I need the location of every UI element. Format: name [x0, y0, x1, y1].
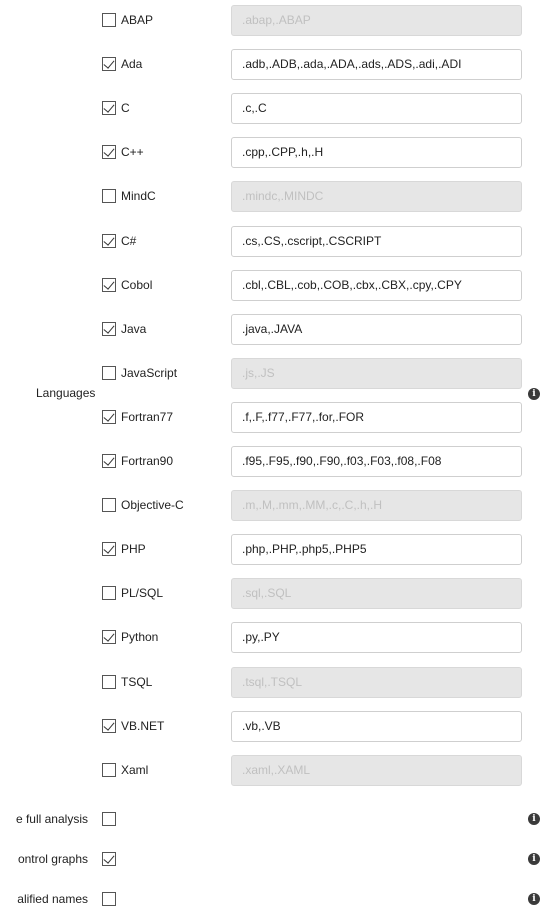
option-info-icon[interactable]: i: [528, 893, 540, 905]
option-row: e full analysis i: [0, 807, 550, 831]
extensions-input[interactable]: .c,.C: [231, 93, 522, 124]
extensions-input[interactable]: .abap,.ABAP: [231, 5, 522, 36]
language-checkbox[interactable]: [102, 630, 116, 644]
language-label: PL/SQL: [121, 586, 164, 600]
language-label: ABAP: [121, 13, 154, 27]
language-checkbox[interactable]: [102, 498, 116, 512]
language-label: C#: [121, 234, 137, 248]
option-checkbox[interactable]: [102, 892, 116, 906]
language-row: Xaml .xaml,.XAML: [0, 755, 550, 787]
option-label: ontrol graphs: [17, 852, 88, 866]
language-label: PHP: [121, 542, 146, 556]
extensions-input[interactable]: .tsql,.TSQL: [231, 667, 522, 698]
option-row: alified names i: [0, 887, 550, 911]
extensions-input[interactable]: .f,.F,.f77,.F77,.for,.FOR: [231, 402, 522, 433]
option-label: alified names: [17, 892, 88, 906]
extensions-input[interactable]: .js,.JS: [231, 358, 522, 389]
language-row: C .c,.C: [0, 93, 550, 125]
language-row: MindC .mindc,.MINDC: [0, 181, 550, 213]
extensions-input[interactable]: .php,.PHP,.php5,.PHP5: [231, 534, 522, 565]
extensions-input[interactable]: .xaml,.XAML: [231, 755, 522, 786]
language-row: Cobol .cbl,.CBL,.cob,.COB,.cbx,.CBX,.cpy,…: [0, 270, 550, 302]
language-checkbox[interactable]: [102, 145, 116, 159]
language-row: PHP .php,.PHP,.php5,.PHP5: [0, 534, 550, 566]
extensions-input[interactable]: .m,.M,.mm,.MM,.c,.C,.h,.H: [231, 490, 522, 521]
language-checkbox[interactable]: [102, 57, 116, 71]
language-checkbox[interactable]: [102, 366, 116, 380]
extensions-input[interactable]: .sql,.SQL: [231, 578, 522, 609]
language-checkbox[interactable]: [102, 234, 116, 248]
extensions-input[interactable]: .mindc,.MINDC: [231, 181, 522, 212]
option-checkbox[interactable]: [102, 812, 116, 826]
option-row: ontrol graphs i: [0, 847, 550, 871]
extensions-input[interactable]: .cbl,.CBL,.cob,.COB,.cbx,.CBX,.cpy,.CPY: [231, 270, 522, 301]
language-label: Ada: [121, 57, 143, 71]
languages-label: Languages: [36, 386, 96, 400]
language-checkbox[interactable]: [102, 675, 116, 689]
language-checkbox[interactable]: [102, 278, 116, 292]
language-label: MindC: [121, 189, 156, 203]
language-label: Java: [121, 322, 147, 336]
language-row: Fortran77 .f,.F,.f77,.F77,.for,.FOR: [0, 402, 550, 434]
language-label: Fortran77: [121, 410, 174, 424]
language-row: Python .py,.PY: [0, 622, 550, 654]
language-row: TSQL .tsql,.TSQL: [0, 667, 550, 699]
language-row: Objective-C .m,.M,.mm,.MM,.c,.C,.h,.H: [0, 490, 550, 522]
language-label: TSQL: [121, 675, 153, 689]
language-row: ABAP .abap,.ABAP: [0, 5, 550, 37]
language-row: Ada .adb,.ADB,.ada,.ADA,.ads,.ADS,.adi,.A…: [0, 49, 550, 81]
language-checkbox[interactable]: [102, 189, 116, 203]
extensions-input[interactable]: .f95,.F95,.f90,.F90,.f03,.F03,.f08,.F08: [231, 446, 522, 477]
language-label: JavaScript: [121, 366, 178, 380]
language-checkbox[interactable]: [102, 13, 116, 27]
language-row: C++ .cpp,.CPP,.h,.H: [0, 137, 550, 169]
extensions-input[interactable]: .adb,.ADB,.ada,.ADA,.ads,.ADS,.adi,.ADI: [231, 49, 522, 80]
language-label: Python: [121, 630, 159, 644]
option-label: e full analysis: [15, 812, 88, 826]
extensions-input[interactable]: .cpp,.CPP,.h,.H: [231, 137, 522, 168]
language-checkbox[interactable]: [102, 763, 116, 777]
language-label: Cobol: [121, 278, 153, 292]
language-checkbox[interactable]: [102, 410, 116, 424]
languages-info-icon[interactable]: i: [528, 388, 540, 400]
language-row: Fortran90 .f95,.F95,.f90,.F90,.f03,.F03,.…: [0, 446, 550, 478]
extensions-input[interactable]: .py,.PY: [231, 622, 522, 653]
language-label: Fortran90: [121, 454, 174, 468]
language-row: Java .java,.JAVA: [0, 314, 550, 346]
language-checkbox[interactable]: [102, 719, 116, 733]
option-info-icon[interactable]: i: [528, 853, 540, 865]
language-row: C# .cs,.CS,.cscript,.CSCRIPT: [0, 226, 550, 258]
extensions-input[interactable]: .java,.JAVA: [231, 314, 522, 345]
language-label: VB.NET: [121, 719, 165, 733]
language-row: PL/SQL .sql,.SQL: [0, 578, 550, 610]
language-checkbox[interactable]: [102, 586, 116, 600]
language-checkbox[interactable]: [102, 542, 116, 556]
extensions-input[interactable]: .vb,.VB: [231, 711, 522, 742]
language-checkbox[interactable]: [102, 454, 116, 468]
language-checkbox[interactable]: [102, 101, 116, 115]
language-label: C++: [121, 145, 144, 159]
option-checkbox[interactable]: [102, 852, 116, 866]
language-row: VB.NET .vb,.VB: [0, 711, 550, 743]
extensions-input[interactable]: .cs,.CS,.cscript,.CSCRIPT: [231, 226, 522, 257]
language-label: Objective-C: [121, 498, 184, 512]
language-label: C: [121, 101, 130, 115]
language-label: Xaml: [121, 763, 149, 777]
option-info-icon[interactable]: i: [528, 813, 540, 825]
language-checkbox[interactable]: [102, 322, 116, 336]
